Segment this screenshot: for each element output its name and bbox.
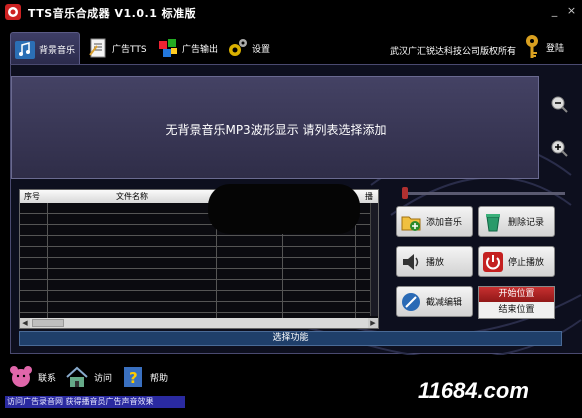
- add-folder-icon: [401, 216, 421, 231]
- speaker-icon: [403, 253, 419, 270]
- help-label: 帮助: [150, 373, 169, 384]
- column-header-index[interactable]: 序号: [24, 191, 40, 202]
- login-label: 登陆: [546, 43, 565, 54]
- tab-label: 广告输出: [182, 44, 219, 55]
- status-bar: 选择功能: [19, 331, 562, 346]
- redaction-blob: [208, 184, 360, 234]
- column-header-play[interactable]: 播: [365, 191, 373, 202]
- column-header-filename[interactable]: 文件名称: [116, 191, 148, 202]
- copyright-text: 武汉广汇锐达科技公司版权所有: [390, 47, 517, 57]
- volume-slider-track[interactable]: [405, 192, 565, 195]
- marquee-text: 访问广告录音网 获得播音员广告声音效果: [7, 397, 154, 406]
- add-music-button[interactable]: 添加音乐: [396, 206, 473, 237]
- table-row[interactable]: [20, 302, 372, 313]
- tab-settings[interactable]: 设置: [224, 34, 280, 62]
- zoom-in-icon[interactable]: [550, 139, 568, 157]
- visit-label: 访问: [94, 373, 113, 384]
- add-music-label: 添加音乐: [426, 218, 463, 228]
- table-vertical-scrollbar[interactable]: [370, 203, 378, 316]
- table-row[interactable]: [20, 236, 372, 247]
- scroll-thumb[interactable]: [32, 319, 64, 327]
- globe-edit-icon: [402, 292, 420, 311]
- volume-slider-thumb[interactable]: [402, 187, 408, 199]
- end-position-button[interactable]: 结束位置: [479, 303, 554, 318]
- tab-label: 设置: [252, 44, 271, 55]
- house-icon: [66, 366, 88, 387]
- tab-label: 背景音乐: [39, 46, 76, 56]
- clip-edit-label: 截减编辑: [426, 298, 463, 308]
- stop-play-label: 停止播放: [508, 258, 545, 268]
- table-row[interactable]: [20, 280, 372, 291]
- delete-record-button[interactable]: 删除记录: [478, 206, 555, 237]
- play-button[interactable]: 播放: [396, 246, 473, 277]
- play-label: 播放: [426, 258, 445, 268]
- scroll-right-arrow[interactable]: ▶: [368, 318, 378, 328]
- tab-label: 广告TTS: [112, 44, 147, 55]
- table-row[interactable]: [20, 291, 372, 302]
- clip-edit-button[interactable]: 截减编辑: [396, 286, 473, 317]
- waveform-display[interactable]: 无背景音乐MP3波形显示 请列表选择添加: [11, 76, 539, 179]
- app-logo-icon: [5, 4, 21, 20]
- svg-text:?: ?: [129, 369, 138, 387]
- document-icon: [89, 38, 106, 58]
- position-selector: 开始位置 结束位置: [478, 286, 555, 319]
- start-position-button[interactable]: 开始位置: [479, 287, 554, 302]
- scroll-left-arrow[interactable]: ◀: [20, 318, 30, 328]
- stop-play-button[interactable]: 停止播放: [478, 246, 555, 277]
- table-row[interactable]: [20, 247, 372, 258]
- tab-background-music[interactable]: 背景音乐: [10, 32, 80, 66]
- power-stop-icon: [483, 251, 503, 272]
- bear-icon: [10, 366, 32, 387]
- waveform-message: 无背景音乐MP3波形显示 请列表选择添加: [165, 123, 387, 137]
- help-button[interactable]: ? 帮助: [120, 364, 168, 390]
- table-row[interactable]: [20, 258, 372, 269]
- login-button[interactable]: 登陆: [520, 34, 564, 60]
- contact-button[interactable]: 联系: [8, 364, 56, 390]
- contact-label: 联系: [38, 373, 57, 384]
- close-button[interactable]: ×: [565, 4, 578, 17]
- help-book-icon: ?: [124, 367, 142, 387]
- bottom-bar: 联系 访问 ? 帮助 访问广告录音网 获得播音员广告声音效果 11684.com: [0, 356, 582, 418]
- tab-ad-output[interactable]: 广告输出: [154, 34, 220, 62]
- tab-ad-tts[interactable]: 广告TTS: [84, 34, 150, 62]
- site-watermark: 11684.com: [418, 378, 529, 403]
- gears-icon: [229, 39, 247, 56]
- minimize-button[interactable]: _: [548, 4, 561, 17]
- marquee-strip[interactable]: 访问广告录音网 获得播音员广告声音效果: [5, 396, 185, 408]
- visit-button[interactable]: 访问: [64, 364, 112, 390]
- key-icon: [526, 35, 538, 58]
- title-bar: TTS音乐合成器 V1.0.1 标准版 _ ×: [0, 0, 582, 24]
- table-row[interactable]: [20, 269, 372, 280]
- zoom-out-icon[interactable]: [550, 95, 568, 113]
- table-horizontal-scrollbar[interactable]: ◀ ▶: [20, 318, 378, 328]
- window-title: TTS音乐合成器 V1.0.1 标准版: [28, 7, 197, 20]
- recycle-bin-icon: [486, 213, 500, 231]
- delete-record-label: 删除记录: [508, 218, 545, 228]
- music-note-icon: [15, 40, 35, 59]
- cubes-icon: [159, 39, 177, 57]
